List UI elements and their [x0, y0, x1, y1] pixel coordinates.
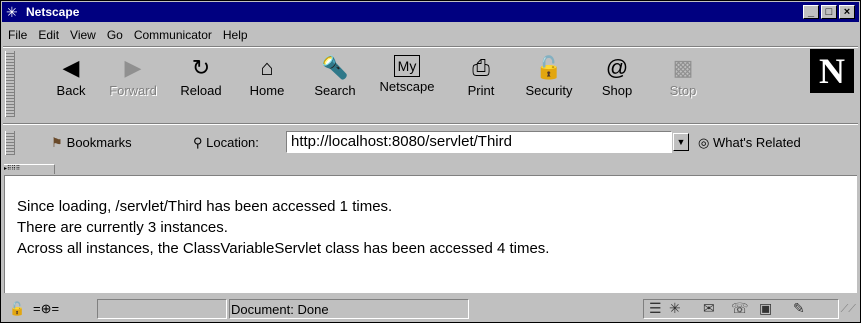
- search-button[interactable]: 🔦 Search: [305, 49, 365, 107]
- print-icon: ⎙: [472, 55, 490, 80]
- menu-view[interactable]: View: [65, 25, 102, 42]
- stop-icon: ▩: [672, 55, 694, 80]
- maximize-button[interactable]: □: [821, 5, 837, 19]
- print-button[interactable]: ⎙ Print: [451, 49, 511, 107]
- menu-communicator[interactable]: Communicator: [129, 25, 218, 42]
- menu-go[interactable]: Go: [102, 25, 129, 42]
- connection-status-icon: =⊕=: [33, 301, 60, 316]
- print-label: Print: [467, 83, 495, 98]
- bookmarks-label: Bookmarks: [66, 135, 132, 150]
- home-icon: ⌂: [260, 55, 274, 80]
- edit-icon[interactable]: ✎: [793, 300, 805, 317]
- home-button[interactable]: ⌂ Home: [237, 49, 297, 107]
- search-icon: 🔦: [321, 55, 349, 80]
- content-line-1: Since loading, /servlet/Third has been a…: [17, 198, 393, 215]
- content-line-3: Across all instances, the ClassVariableS…: [17, 240, 550, 257]
- menu-divider: [3, 46, 858, 48]
- content-line-2: There are currently 3 instances.: [17, 219, 228, 236]
- whats-related-button[interactable]: ◎ What's Related: [698, 135, 801, 151]
- menu-help[interactable]: Help: [218, 25, 254, 42]
- shop-icon: @: [605, 55, 629, 80]
- whats-related-label: What's Related: [712, 135, 801, 150]
- status-text: Document: Done: [231, 302, 329, 317]
- netscape-icon: My: [394, 55, 420, 77]
- related-icon: ◎: [698, 135, 713, 150]
- mail-icon[interactable]: ✉: [703, 300, 715, 317]
- collapse-toolbar-tab[interactable]: ▸⠿⠿⠿: [4, 164, 55, 174]
- window-title: Netscape: [26, 5, 80, 19]
- composer-icon[interactable]: ▣: [759, 300, 772, 317]
- location-label: ⚲ Location:: [193, 135, 259, 151]
- minimize-button[interactable]: _: [803, 5, 819, 19]
- discussions-icon[interactable]: ☏: [731, 300, 749, 317]
- back-button[interactable]: ◀ Back: [41, 49, 101, 107]
- stop-label: Stop: [669, 83, 697, 98]
- toolbar-divider: [3, 123, 858, 125]
- netscape-label: Netscape: [379, 79, 435, 94]
- forward-arrow-icon: ▶: [124, 55, 142, 80]
- page-content: Since loading, /servlet/Third has been a…: [4, 175, 857, 293]
- back-arrow-icon: ◀: [62, 55, 80, 80]
- security-lock-icon: 🔓: [535, 55, 563, 80]
- shop-button[interactable]: @ Shop: [587, 49, 647, 107]
- url-dropdown-button[interactable]: ▼: [673, 133, 689, 151]
- stop-button[interactable]: ▩ Stop: [653, 49, 713, 107]
- menu-file[interactable]: File: [3, 25, 33, 42]
- status-bar: 🔓 =⊕= Document: Done ☰ ✳ ✉ ☏ ▣ ✎ ⟋⟋: [3, 297, 858, 321]
- menu-bar: File Edit View Go Communicator Help: [3, 25, 254, 45]
- netscape-logo[interactable]: N: [810, 49, 854, 93]
- shop-label: Shop: [601, 83, 633, 98]
- close-button[interactable]: ×: [839, 5, 855, 19]
- bookmarks-button[interactable]: ⚑ Bookmarks: [51, 135, 132, 151]
- security-label: Security: [525, 83, 573, 98]
- progress-bar: [97, 299, 227, 319]
- title-bar[interactable]: ✳ Netscape _ □ ×: [2, 2, 859, 22]
- bookmarks-icon: ⚑: [51, 135, 63, 150]
- home-label: Home: [249, 83, 285, 98]
- forward-label: Forward: [109, 83, 157, 98]
- browser-window: ✳ Netscape _ □ × File Edit View Go Communica…: [0, 0, 861, 323]
- component-grip-icon: ☰: [649, 300, 662, 316]
- menu-edit[interactable]: Edit: [33, 25, 65, 42]
- resize-grip-icon[interactable]: ⟋⟋: [841, 303, 856, 316]
- toolbar-grip[interactable]: [5, 51, 15, 117]
- location-toolbar: ⚑ Bookmarks ⚲ Location: http://localhost:…: [3, 129, 858, 157]
- page-proxy-icon[interactable]: ⚲: [193, 135, 206, 150]
- search-label: Search: [314, 83, 356, 98]
- url-input[interactable]: http://localhost:8080/servlet/Third: [286, 131, 672, 153]
- forward-button[interactable]: ▶ Forward: [103, 49, 163, 107]
- reload-label: Reload: [180, 83, 222, 98]
- reload-icon: ↻: [191, 55, 211, 80]
- security-button[interactable]: 🔓 Security: [519, 49, 579, 107]
- navigator-icon[interactable]: ✳: [669, 300, 681, 317]
- back-label: Back: [56, 83, 86, 98]
- netscape-button[interactable]: My Netscape: [377, 49, 437, 107]
- security-status-icon[interactable]: 🔓: [9, 301, 25, 317]
- reload-button[interactable]: ↻ Reload: [171, 49, 231, 107]
- location-label-text: Location:: [206, 135, 259, 150]
- netscape-app-icon: ✳: [6, 4, 18, 20]
